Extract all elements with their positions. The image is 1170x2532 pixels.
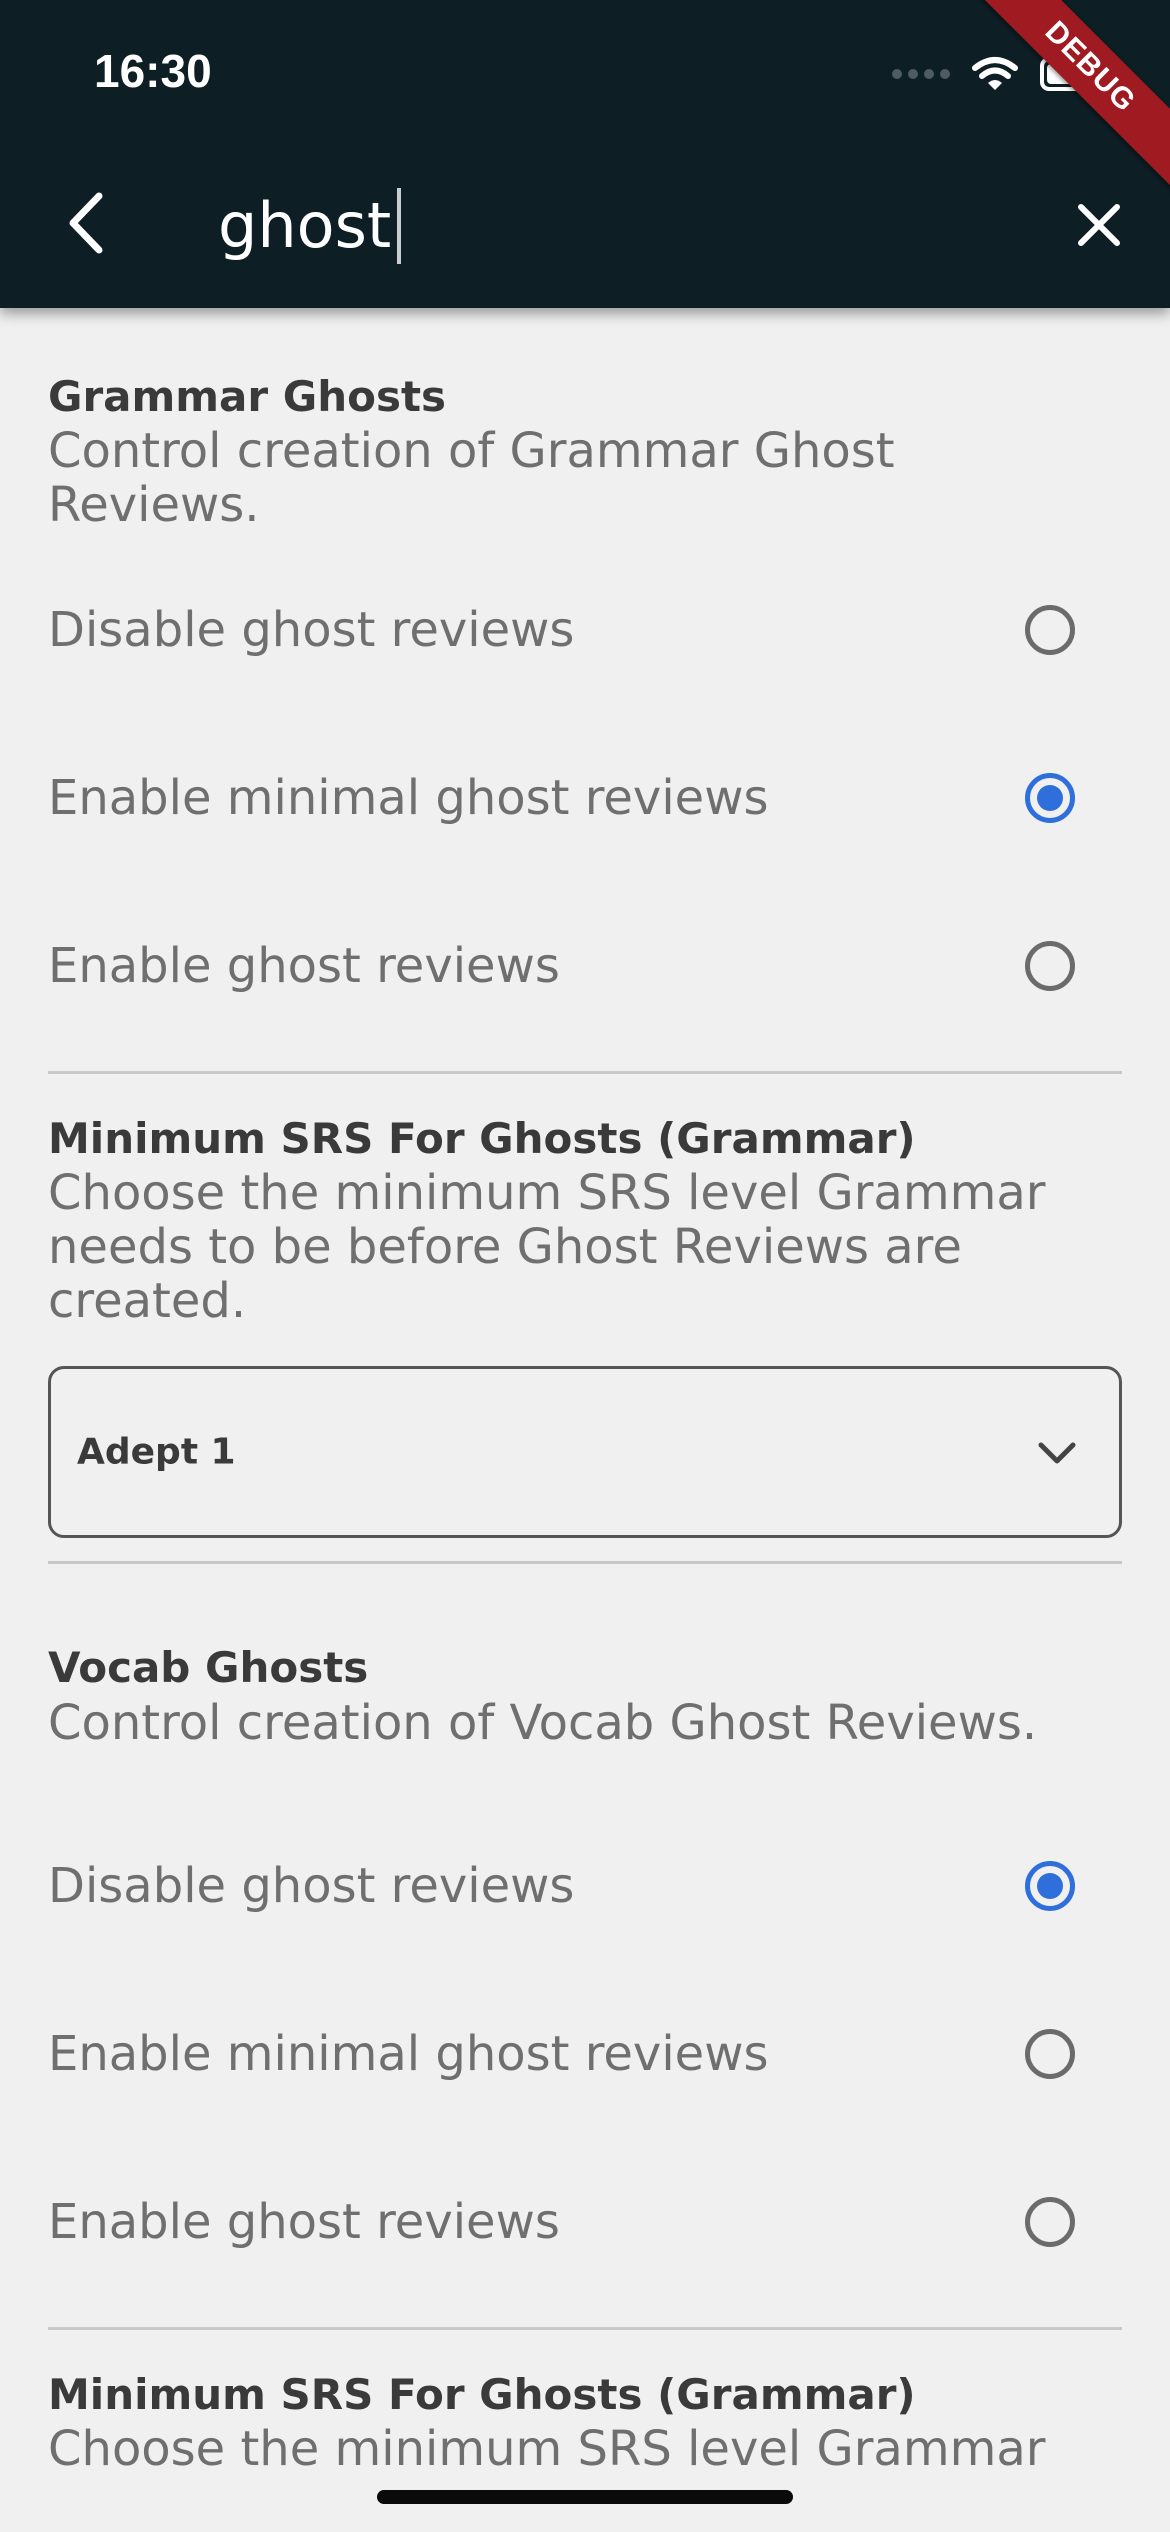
radio-button-selected[interactable]	[1025, 1861, 1075, 1911]
radio-button[interactable]	[1025, 2197, 1075, 2247]
min-srs-vocab-description: Choose the minimum SRS level Grammar	[48, 2421, 1046, 2477]
grammar-ghosts-title: Grammar Ghosts	[48, 372, 447, 421]
vocab-option-minimal[interactable]: Enable minimal ghost reviews	[0, 1989, 1170, 2119]
min-srs-grammar-dropdown[interactable]: Adept 1	[48, 1366, 1122, 1538]
vocab-option-disable[interactable]: Disable ghost reviews	[0, 1821, 1170, 1951]
min-srs-grammar-description: Choose the minimum SRS level Grammar nee…	[48, 1165, 1046, 1329]
grammar-option-enable[interactable]: Enable ghost reviews	[0, 901, 1170, 1031]
search-input[interactable]	[218, 180, 1018, 270]
radio-label: Disable ghost reviews	[48, 1858, 575, 1914]
app-bar: 16:30	[0, 0, 1170, 308]
text-caret	[397, 188, 402, 264]
divider	[48, 1071, 1122, 1074]
grammar-option-minimal[interactable]: Enable minimal ghost reviews	[0, 733, 1170, 863]
radio-label: Disable ghost reviews	[48, 602, 575, 658]
radio-button-selected[interactable]	[1025, 773, 1075, 823]
status-time: 16:30	[94, 45, 212, 97]
clear-search-button[interactable]	[1064, 190, 1134, 260]
radio-label: Enable minimal ghost reviews	[48, 2026, 769, 2082]
close-icon	[1078, 204, 1120, 246]
wifi-icon	[972, 57, 1018, 90]
chevron-down-icon	[1038, 1442, 1076, 1464]
divider	[48, 1561, 1122, 1564]
radio-label: Enable ghost reviews	[48, 938, 560, 994]
radio-label: Enable ghost reviews	[48, 2194, 560, 2250]
back-arrow-icon	[69, 192, 103, 254]
radio-button[interactable]	[1025, 605, 1075, 655]
min-srs-grammar-title: Minimum SRS For Ghosts (Grammar)	[48, 1114, 916, 1163]
back-button[interactable]	[50, 178, 120, 268]
vocab-ghosts-title: Vocab Ghosts	[48, 1643, 369, 1692]
home-indicator[interactable]	[377, 2490, 793, 2504]
min-srs-vocab-title: Minimum SRS For Ghosts (Grammar)	[48, 2370, 916, 2419]
cellular-signal-icon	[892, 69, 950, 79]
dropdown-selected-value: Adept 1	[77, 1431, 236, 1473]
grammar-ghosts-description: Control creation of Grammar Ghost Review…	[48, 423, 895, 533]
vocab-option-enable[interactable]: Enable ghost reviews	[0, 2157, 1170, 2287]
divider	[48, 2327, 1122, 2330]
radio-label: Enable minimal ghost reviews	[48, 770, 769, 826]
radio-button[interactable]	[1025, 941, 1075, 991]
grammar-option-disable[interactable]: Disable ghost reviews	[0, 565, 1170, 695]
radio-button[interactable]	[1025, 2029, 1075, 2079]
vocab-ghosts-description: Control creation of Vocab Ghost Reviews.	[48, 1695, 1038, 1751]
